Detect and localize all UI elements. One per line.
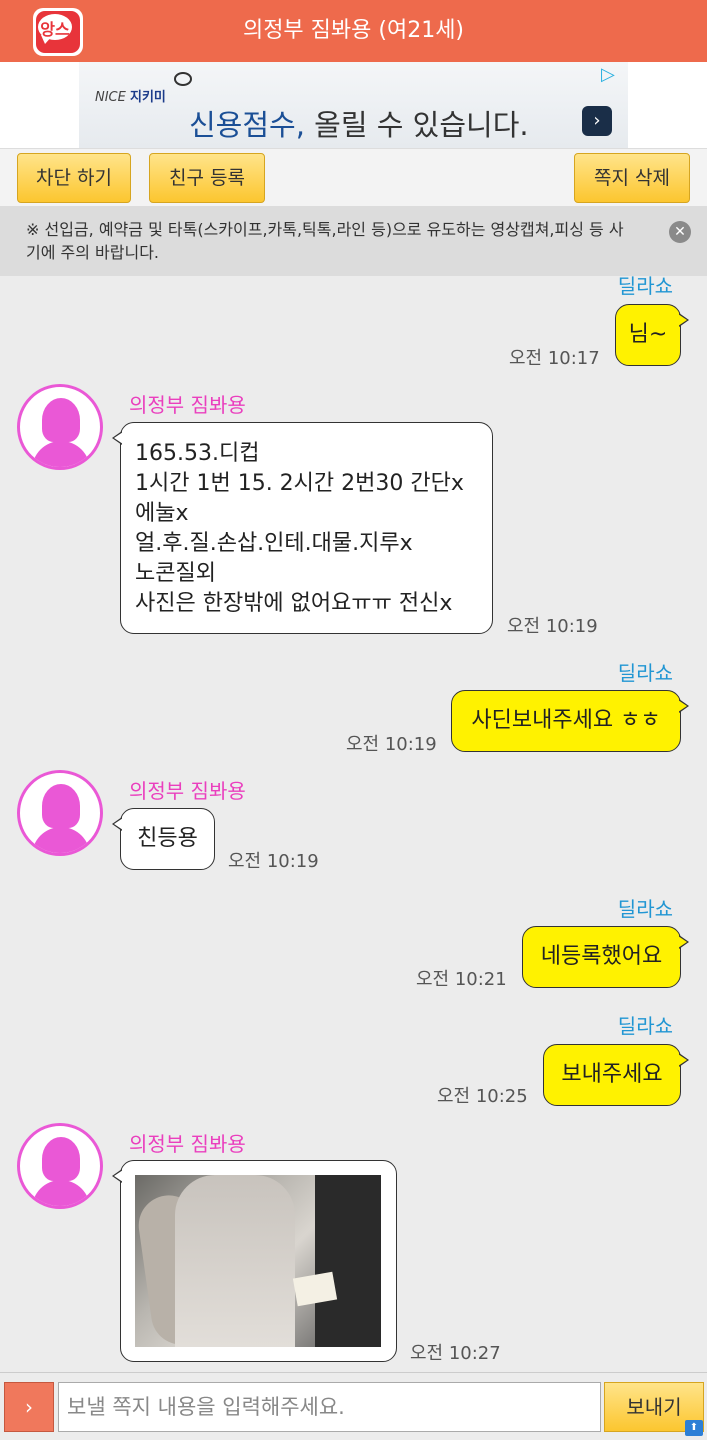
lock-badge-icon: ⬆ <box>685 1420 703 1436</box>
message-input[interactable] <box>58 1382 601 1432</box>
message-bubble[interactable]: 보내주세요 <box>543 1044 689 1106</box>
ad-headline: 신용점수, 올릴 수 있습니다. <box>189 108 529 142</box>
delete-message-button[interactable]: 쪽지 삭제 <box>574 153 690 203</box>
sender-name: 딜라쇼 <box>617 897 673 921</box>
female-avatar-icon[interactable] <box>17 384 103 470</box>
ad-brand: NICE 지키미 <box>95 90 166 105</box>
ad-banner[interactable]: NICE 지키미 신용점수, 올릴 수 있습니다. › ▷ <box>79 62 628 148</box>
app-header: 앙스 의정부 짐봐용 (여21세) <box>0 0 707 62</box>
message-bubble[interactable]: 님~ <box>615 304 689 366</box>
message-time: 오전 10:21 <box>416 969 507 990</box>
message-input-bar: › 보내기 <box>0 1372 707 1440</box>
sender-name: 딜라쇼 <box>617 274 673 298</box>
expand-arrow-button[interactable]: › <box>4 1382 54 1432</box>
ad-arrow-icon[interactable]: › <box>582 106 612 136</box>
message-bubble[interactable]: 사딘보내주세요 ㅎㅎ <box>451 690 689 752</box>
sender-name: 딜라쇼 <box>617 1014 673 1038</box>
message-time: 오전 10:19 <box>507 616 598 637</box>
sender-name: 의정부 짐봐용 <box>129 779 246 803</box>
message-time: 오전 10:19 <box>228 851 319 872</box>
page-title: 의정부 짐봐용 (여21세) <box>242 18 465 43</box>
message-time: 오전 10:17 <box>509 348 600 369</box>
add-friend-button[interactable]: 친구 등록 <box>149 153 265 203</box>
action-bar: 차단 하기 친구 등록 쪽지 삭제 <box>0 148 707 206</box>
scam-notice: ※ 선입금, 예약금 및 타톡(스카이프,카톡,틱톡,라인 등)으로 유도하는 … <box>0 206 707 276</box>
ad-eye-icon <box>174 72 192 86</box>
female-avatar-icon[interactable] <box>17 770 103 856</box>
sender-name: 의정부 짐봐용 <box>129 1132 246 1156</box>
message-time: 오전 10:19 <box>346 734 437 755</box>
message-time: 오전 10:27 <box>410 1343 501 1364</box>
notice-text: ※ 선입금, 예약금 및 타톡(스카이프,카톡,틱톡,라인 등)으로 유도하는 … <box>26 220 624 262</box>
ad-choices-icon[interactable]: ▷ <box>601 64 615 85</box>
ad-area: NICE 지키미 신용점수, 올릴 수 있습니다. › ▷ <box>0 62 707 148</box>
message-time: 오전 10:25 <box>437 1086 528 1107</box>
message-bubble[interactable]: 친등용 <box>112 808 215 870</box>
attached-photo[interactable] <box>135 1175 381 1347</box>
message-bubble[interactable]: 네등록했어요 <box>522 926 689 988</box>
close-notice-icon[interactable]: ✕ <box>669 221 691 243</box>
sender-name: 딜라쇼 <box>617 661 673 685</box>
sender-name: 의정부 짐봐용 <box>129 393 246 417</box>
message-bubble[interactable]: 165.53.디컵 1시간 1번 15. 2시간 2번30 간단x 에눌x 얼.… <box>112 422 493 634</box>
block-button[interactable]: 차단 하기 <box>17 153 131 203</box>
female-avatar-icon[interactable] <box>17 1123 103 1209</box>
